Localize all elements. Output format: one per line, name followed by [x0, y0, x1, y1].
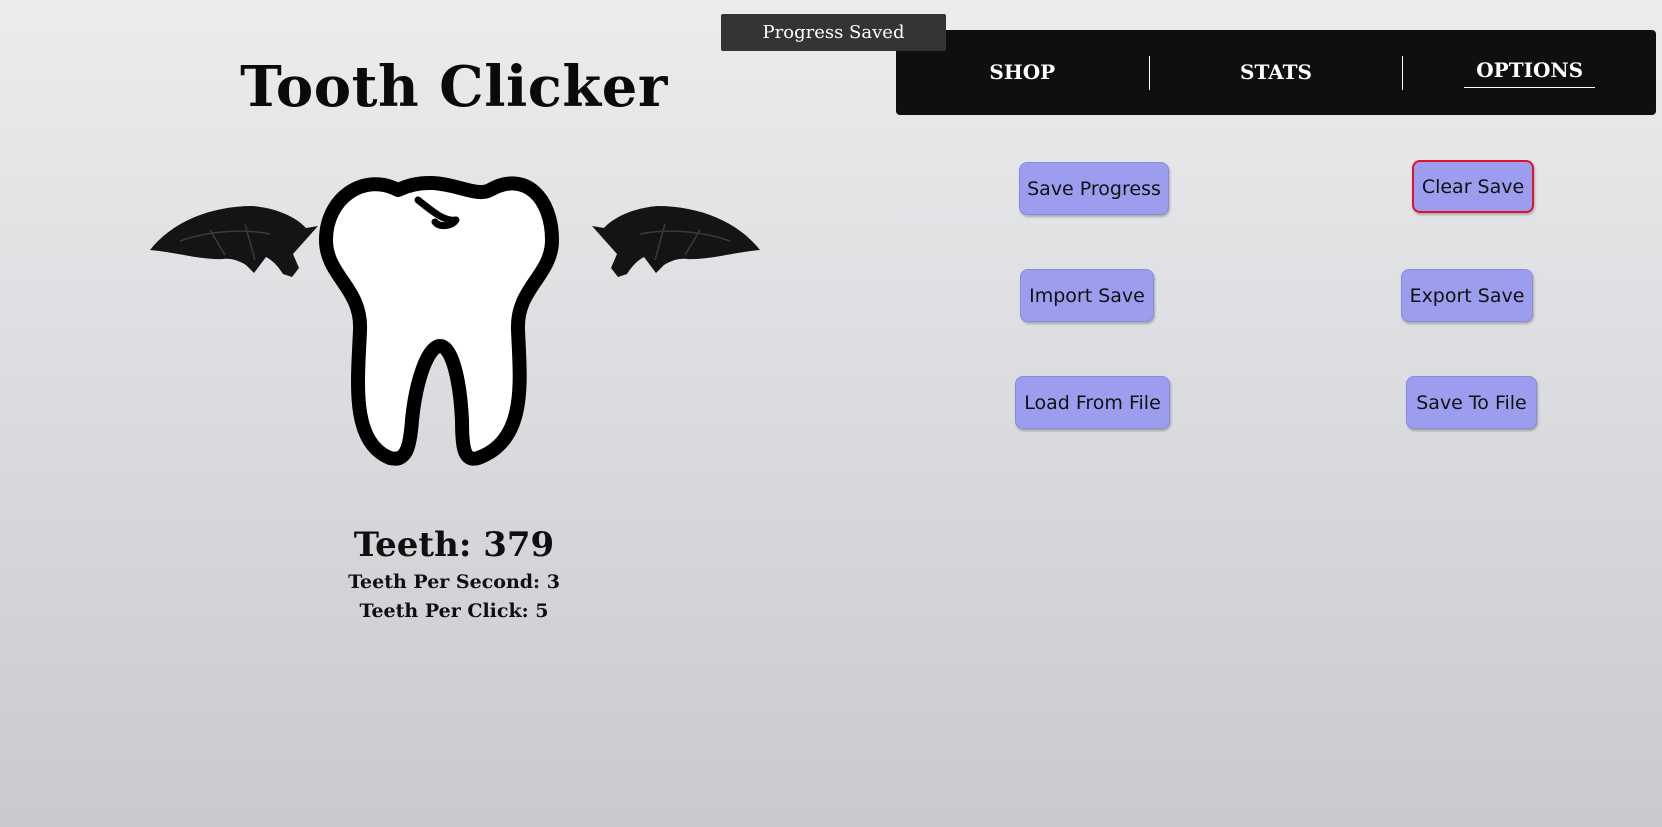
- clear-save-button[interactable]: Clear Save: [1412, 160, 1534, 213]
- tab-shop-label: SHOP: [989, 60, 1056, 84]
- tab-options-label: OPTIONS: [1464, 55, 1596, 88]
- tooth-icon: [319, 175, 559, 466]
- tab-options[interactable]: OPTIONS: [1403, 30, 1656, 115]
- left-bat-wing-icon: [150, 206, 318, 277]
- load-from-file-button[interactable]: Load From File: [1015, 376, 1170, 429]
- tab-stats-label: STATS: [1240, 60, 1312, 84]
- save-progress-button[interactable]: Save Progress: [1019, 162, 1169, 215]
- export-save-button[interactable]: Export Save: [1401, 269, 1533, 322]
- tooth-clicker-button[interactable]: [150, 170, 760, 500]
- teeth-per-second: Teeth Per Second: 3: [348, 571, 560, 593]
- import-save-button[interactable]: Import Save: [1020, 269, 1154, 322]
- stats-panel: Teeth: 379 Teeth Per Second: 3 Teeth Per…: [0, 522, 908, 626]
- main-nav: SHOP STATS OPTIONS: [896, 30, 1656, 115]
- teeth-count: Teeth: 379: [353, 525, 555, 565]
- tab-stats[interactable]: STATS: [1150, 30, 1403, 115]
- progress-saved-toast: Progress Saved: [721, 14, 946, 51]
- save-to-file-button[interactable]: Save To File: [1406, 376, 1537, 429]
- game-title: Tooth Clicker: [240, 54, 668, 120]
- teeth-per-click: Teeth Per Click: 5: [359, 600, 549, 622]
- right-bat-wing-icon: [592, 206, 760, 277]
